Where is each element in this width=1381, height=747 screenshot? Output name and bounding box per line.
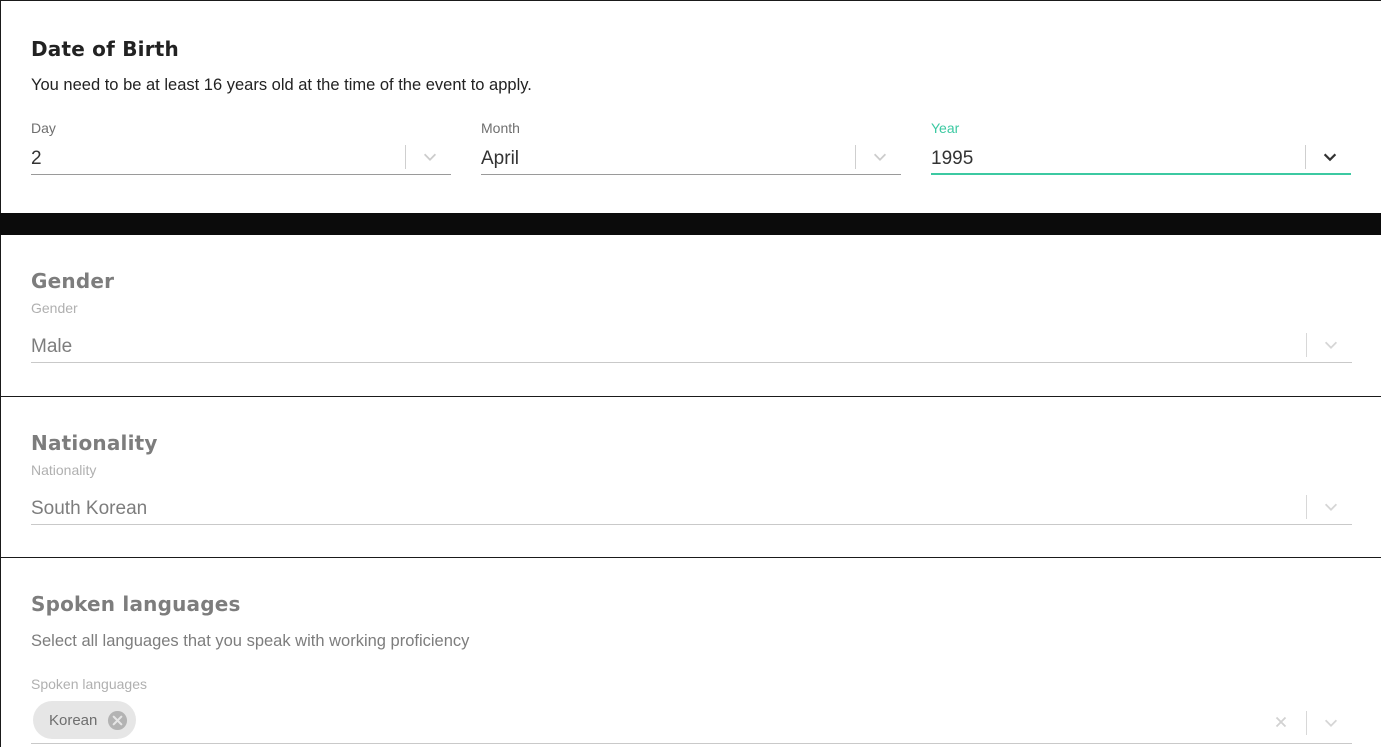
chevron-down-icon[interactable] xyxy=(1322,714,1340,732)
nationality-value: South Korean xyxy=(31,498,148,519)
nationality-title: Nationality xyxy=(31,431,158,455)
gender-select[interactable]: Gender Male xyxy=(31,300,1352,364)
gender-control[interactable]: Male xyxy=(31,326,1352,363)
indicator-separator xyxy=(1305,145,1306,169)
year-control[interactable]: 1995 xyxy=(931,138,1351,175)
chevron-down-icon[interactable] xyxy=(1322,336,1340,354)
indicator-separator xyxy=(855,145,856,169)
remove-chip-icon[interactable] xyxy=(107,710,128,731)
day-control[interactable]: 2 xyxy=(31,138,451,175)
spoken-languages-title: Spoken languages xyxy=(31,592,241,616)
gender-section: Gender Gender Male xyxy=(0,235,1381,397)
indicator-separator xyxy=(405,145,406,169)
chevron-down-icon[interactable] xyxy=(421,148,439,166)
chevron-down-icon[interactable] xyxy=(1321,148,1339,166)
day-select[interactable]: Day 2 xyxy=(31,120,451,176)
clear-icon[interactable] xyxy=(1272,713,1290,731)
month-select[interactable]: Month April xyxy=(481,120,901,176)
gender-value: Male xyxy=(31,336,73,357)
chevron-down-icon[interactable] xyxy=(1322,498,1340,516)
nationality-label: Nationality xyxy=(31,462,97,478)
section-divider xyxy=(0,213,1381,235)
indicator-separator xyxy=(1306,495,1307,519)
spoken-languages-section: Spoken languages Select all languages th… xyxy=(0,558,1381,747)
chevron-down-icon[interactable] xyxy=(871,148,889,166)
indicator-separator xyxy=(1306,711,1307,735)
nationality-section: Nationality Nationality South Korean xyxy=(0,397,1381,558)
language-chip-label: Korean xyxy=(49,711,98,729)
date-of-birth-title: Date of Birth xyxy=(31,37,179,61)
spoken-languages-control[interactable]: Korean xyxy=(31,700,1352,744)
day-value: 2 xyxy=(31,148,42,169)
date-of-birth-description: You need to be at least 16 years old at … xyxy=(31,76,532,94)
day-label: Day xyxy=(31,120,56,136)
spoken-languages-label: Spoken languages xyxy=(31,676,147,692)
month-value: April xyxy=(481,148,520,169)
year-label: Year xyxy=(931,120,960,136)
year-select[interactable]: Year 1995 xyxy=(931,120,1351,176)
gender-label: Gender xyxy=(31,300,78,316)
nationality-select[interactable]: Nationality South Korean xyxy=(31,462,1352,526)
gender-title: Gender xyxy=(31,269,115,293)
month-label: Month xyxy=(481,120,520,136)
date-of-birth-section: Date of Birth You need to be at least 16… xyxy=(0,0,1381,213)
nationality-control[interactable]: South Korean xyxy=(31,488,1352,525)
language-chip: Korean xyxy=(33,701,137,739)
spoken-languages-description: Select all languages that you speak with… xyxy=(31,632,470,650)
month-control[interactable]: April xyxy=(481,138,901,175)
year-value: 1995 xyxy=(931,148,974,169)
indicator-separator xyxy=(1306,333,1307,357)
spoken-languages-select[interactable]: Spoken languages Korean xyxy=(31,676,1352,746)
